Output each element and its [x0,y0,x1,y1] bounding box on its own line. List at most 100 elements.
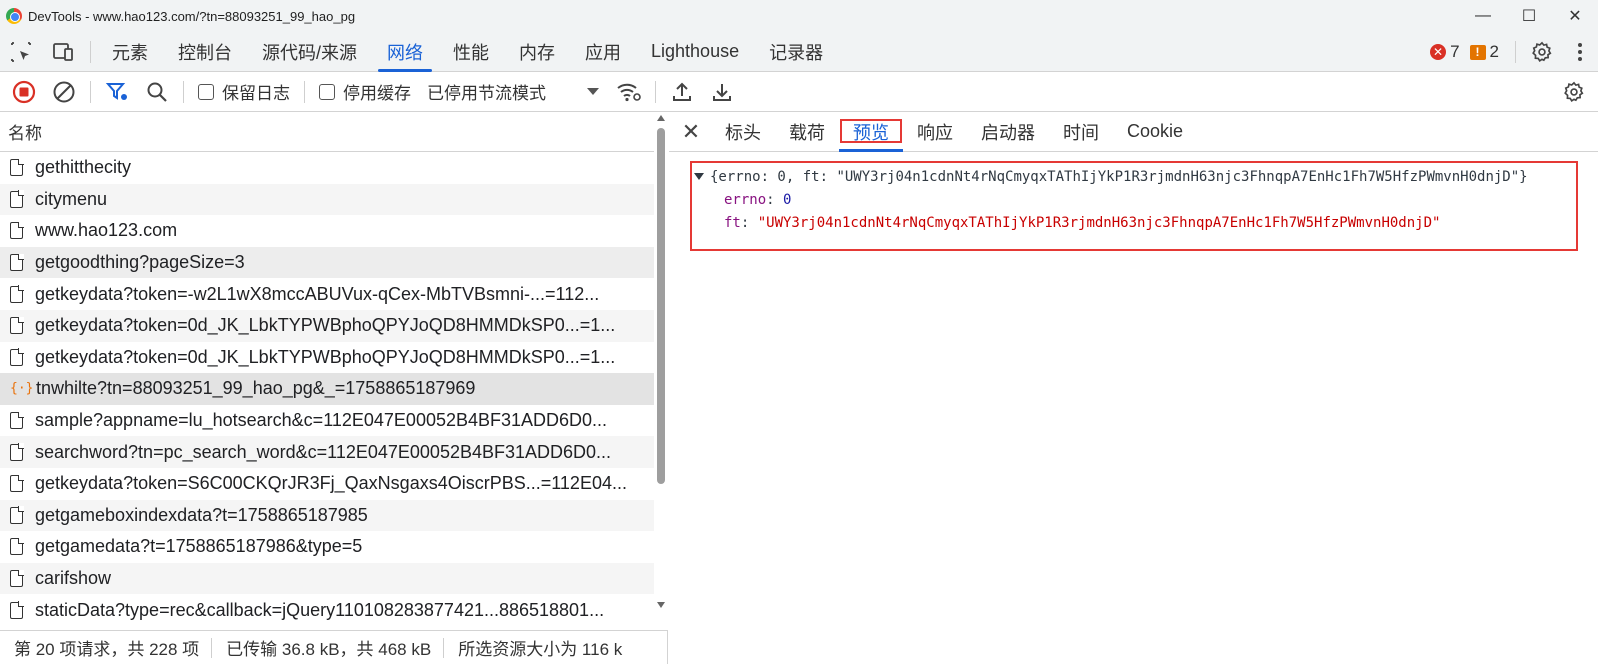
request-name: getgameboxindexdata?t=1758865187985 [35,504,368,525]
tab-network[interactable]: 网络 [372,32,438,72]
request-row[interactable]: www.hao123.com [0,215,654,247]
request-row[interactable]: staticData?type=rec&callback=jQuery11010… [0,594,654,626]
tab-timing[interactable]: 时间 [1049,112,1113,152]
summary-prefix: {errno: 0, ft: [710,168,837,185]
tab-preview[interactable]: 预览 [839,112,903,152]
request-row[interactable]: getgoodthing?pageSize=3 [0,246,654,279]
request-count: 第 20 项请求，共 228 项 [14,640,200,659]
toolbar-divider [90,40,91,63]
request-row[interactable]: getgamedata?t=1758865187986&type=5 [0,531,654,563]
window-title: DevTools - www.hao123.com/?tn=88093251_9… [28,8,356,24]
json-preview: {errno: 0, ft: "UWY3rj04n1cdnNt4rNqCmyqx… [690,161,1578,251]
clear-log-icon[interactable] [44,72,84,112]
window-controls: — ☐ ✕ [1460,0,1598,32]
request-name: getgamedata?t=1758865187986&type=5 [35,536,363,557]
request-row[interactable]: searchword?tn=pc_search_word&c=112E047E0… [0,436,654,468]
tab-initiator[interactable]: 启动器 [967,112,1049,152]
network-toolbar: 保留日志 停用缓存 已停用节流模式 [0,72,1598,112]
network-conditions-icon[interactable] [609,72,649,112]
json-property-ft[interactable]: ft: "UWY3rj04n1cdnNt4rNqCmyqxTAThIjYkP1R… [692,211,1576,234]
json-property-errno[interactable]: errno: 0 [692,188,1576,211]
tab-console[interactable]: 控制台 [163,32,247,72]
request-row[interactable]: getgameboxindexdata?t=1758865187985 [0,499,654,532]
request-row[interactable]: getkeydata?token=S6C00CKQrJR3Fj_QaxNsgax… [0,467,654,500]
document-icon [10,190,24,208]
tab-performance[interactable]: 性能 [438,32,504,72]
device-toolbar-icon[interactable] [42,32,84,72]
maximize-button[interactable]: ☐ [1506,0,1552,32]
toolbar-divider [183,80,184,103]
disable-cache-checkbox[interactable]: 停用缓存 [319,79,411,104]
resource-size: 所选资源大小为 116 k [458,640,623,659]
request-row[interactable]: {·} tnwhilte?tn=88093251_99_hao_pg&_=1758… [0,373,654,405]
scroll-up-arrow-icon[interactable] [657,115,665,121]
toolbar-divider [90,80,91,103]
request-list-pane: 名称 gethitthecity citymenu www.hao123.com ge… [0,112,668,630]
document-icon [10,601,24,619]
request-row[interactable]: getkeydata?token=0d_JK_LbkTYPWBphoQPYJoQ… [0,309,654,342]
name-column-header[interactable]: 名称 [0,112,654,152]
property-value: "UWY3rj04n1cdnNt4rNqCmyqxTAThIjYkP1R3rjm… [757,214,1441,231]
request-name: getkeydata?token=0d_JK_LbkTYPWBphoQPYJoQ… [35,346,616,367]
inspect-element-icon[interactable] [0,32,42,72]
request-name: getkeydata?token=0d_JK_LbkTYPWBphoQPYJoQ… [35,315,616,336]
checkbox-box[interactable] [198,83,214,100]
tab-elements[interactable]: 元素 [97,32,163,72]
tab-application[interactable]: 应用 [570,32,636,72]
request-name: gethitthecity [35,157,132,178]
import-har-icon[interactable] [662,72,702,112]
property-key: errno [724,191,767,208]
document-icon [10,443,24,461]
throttling-select[interactable]: 已停用节流模式 [427,79,599,104]
tab-cookies[interactable]: Cookie [1113,112,1197,152]
request-detail-pane: ✕ 标头 载荷 预览 响应 启动器 时间 Cookie {errno: 0, f… [669,112,1598,664]
minimize-button[interactable]: — [1460,0,1506,32]
close-detail-icon[interactable]: ✕ [671,112,711,152]
tab-payload[interactable]: 载荷 [775,112,839,152]
tab-lighthouse[interactable]: Lighthouse [636,32,754,72]
search-icon[interactable] [137,72,177,112]
document-icon [10,348,24,366]
request-row[interactable]: getkeydata?token=0d_JK_LbkTYPWBphoQPYJoQ… [0,341,654,374]
request-row[interactable]: getkeydata?token=-w2L1wX8mccABUVux-qCex-… [0,278,654,310]
chrome-logo-icon [6,8,22,24]
tab-recorder[interactable]: 记录器 [754,32,838,72]
scrollbar-thumb[interactable] [657,128,665,484]
request-list-scrollbar[interactable] [654,112,668,630]
document-icon [10,221,24,240]
preserve-log-checkbox[interactable]: 保留日志 [198,79,290,104]
expand-triangle-icon[interactable] [694,173,704,180]
request-row[interactable]: carifshow [0,562,654,595]
request-list: gethitthecity citymenu www.hao123.com getgo… [0,152,654,630]
tab-response[interactable]: 响应 [903,112,967,152]
toolbar-divider [655,80,656,103]
request-name: www.hao123.com [35,220,178,241]
error-count-badge[interactable]: ✕ 7 [1430,42,1460,62]
request-name: citymenu [35,188,108,209]
more-options-icon[interactable] [1562,32,1598,72]
document-icon [10,569,24,588]
request-name: getkeydata?token=-w2L1wX8mccABUVux-qCex-… [35,283,600,304]
stop-recording-icon[interactable] [4,72,44,112]
request-row[interactable]: citymenu [0,183,654,216]
error-icon: ✕ [1430,44,1447,60]
filter-icon[interactable] [97,72,137,112]
request-name: tnwhilte?tn=88093251_99_hao_pg&_=1758865… [36,378,476,399]
request-name: sample?appname=lu_hotsearch&c=112E047E00… [35,410,608,431]
scroll-down-arrow-icon[interactable] [657,602,665,608]
tab-headers[interactable]: 标头 [711,112,775,152]
export-har-icon[interactable] [702,72,742,112]
tab-sources[interactable]: 源代码/来源 [247,32,372,72]
close-window-button[interactable]: ✕ [1552,0,1598,32]
settings-gear-icon[interactable] [1522,32,1562,72]
document-icon [10,411,24,430]
request-row[interactable]: sample?appname=lu_hotsearch&c=112E047E00… [0,404,654,437]
request-row[interactable]: gethitthecity [0,152,654,184]
json-root-summary[interactable]: {errno: 0, ft: "UWY3rj04n1cdnNt4rNqCmyqx… [692,165,1576,188]
request-name: searchword?tn=pc_search_word&c=112E047E0… [35,441,612,462]
tab-memory[interactable]: 内存 [504,32,570,72]
warning-count-badge[interactable]: ! 2 [1469,42,1499,62]
network-settings-gear-icon[interactable] [1554,72,1594,112]
document-icon [10,506,24,524]
checkbox-box[interactable] [319,83,335,100]
